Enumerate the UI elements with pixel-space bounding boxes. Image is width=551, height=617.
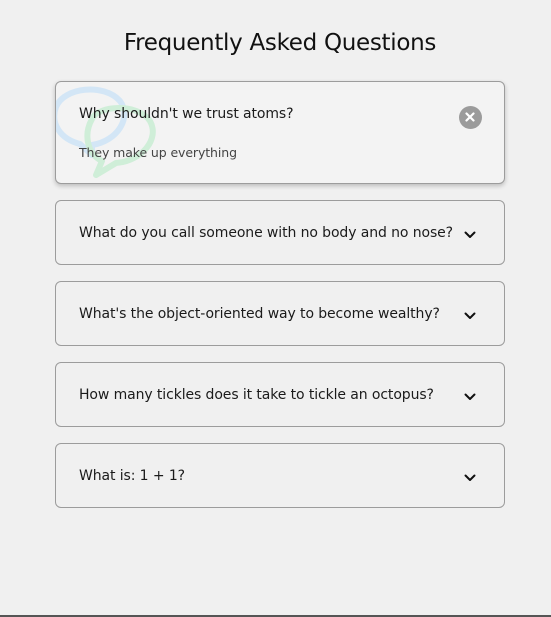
- faq-toggle-button[interactable]: [458, 304, 482, 328]
- faq-question: What is: 1 + 1?: [79, 468, 185, 484]
- page-title: Frequently Asked Questions: [123, 30, 437, 56]
- faq-list: Why shouldn't we trust atoms? They make …: [55, 81, 505, 524]
- faq-question: How many tickles does it take to tickle …: [79, 387, 434, 403]
- faq-item-2[interactable]: What do you call someone with no body an…: [55, 200, 505, 265]
- chevron-down-icon: [464, 231, 476, 238]
- faq-toggle-button[interactable]: [458, 223, 482, 247]
- chevron-down-icon: [464, 474, 476, 481]
- faq-item-3[interactable]: What's the object-oriented way to become…: [55, 281, 505, 346]
- faq-item-4[interactable]: How many tickles does it take to tickle …: [55, 362, 505, 427]
- faq-question: Why shouldn't we trust atoms?: [79, 106, 294, 122]
- faq-item-5[interactable]: What is: 1 + 1?: [55, 443, 505, 508]
- faq-question: What do you call someone with no body an…: [79, 225, 453, 241]
- chevron-down-icon: [464, 312, 476, 319]
- close-icon: [458, 105, 482, 129]
- faq-toggle-button[interactable]: [458, 105, 482, 129]
- faq-question: What's the object-oriented way to become…: [79, 306, 440, 322]
- faq-answer: They make up everything: [79, 145, 237, 160]
- speech-bubbles-icon: [56, 86, 156, 178]
- faq-toggle-button[interactable]: [458, 466, 482, 490]
- faq-toggle-button[interactable]: [458, 385, 482, 409]
- chevron-down-icon: [464, 393, 476, 400]
- faq-item-1[interactable]: Why shouldn't we trust atoms? They make …: [55, 81, 505, 184]
